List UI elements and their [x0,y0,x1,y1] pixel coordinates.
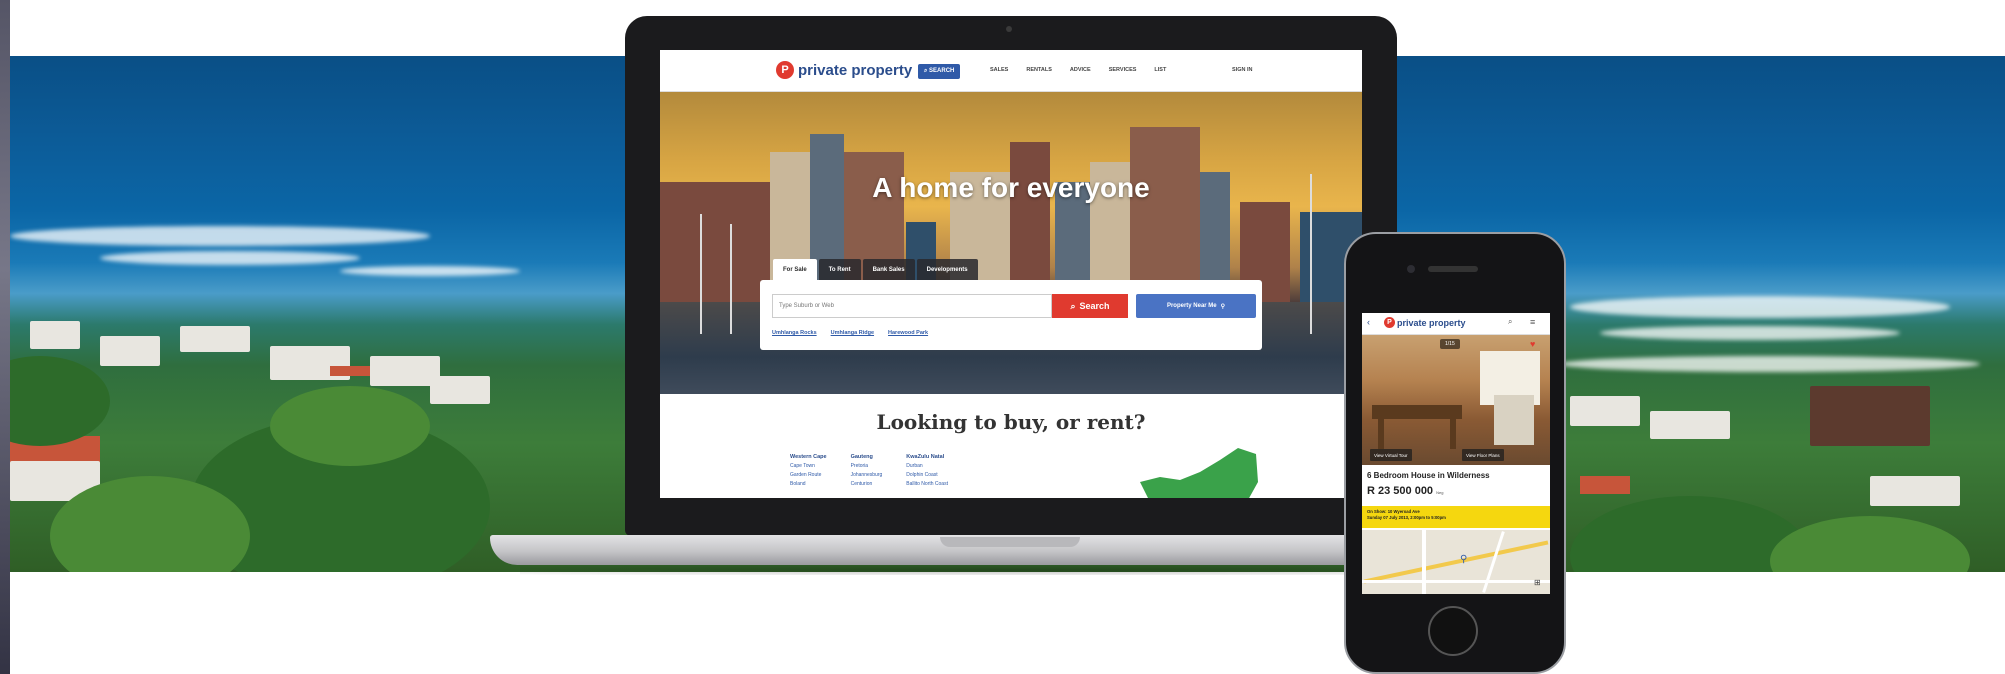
sign-in-link[interactable]: SIGN IN [1232,67,1252,73]
listing-map[interactable]: ⚲ ⊞ [1362,530,1550,594]
nav-link-list[interactable]: LIST [1154,67,1166,73]
listing-title: 6 Bedroom House in Wilderness [1367,471,1490,480]
price-suffix: Neg [1436,490,1444,495]
listing-photo[interactable]: 1/15 ♥ View Virtual Tour View Floor Plan… [1362,335,1550,465]
section-heading: Looking to buy, or rent? [876,410,1146,434]
phone-home-button [1428,606,1478,656]
search-icon[interactable]: ⌕ [1508,317,1512,327]
phone-screen: ‹ P private property ⌕ ≡ 1/15 ♥ View Vir… [1362,313,1550,594]
search-box: Type Suburb or Web ⌕ Search Property Nea… [760,280,1262,350]
on-show-time: Sunday 07 July 2013, 2:00pm to 5:00pm [1367,515,1446,520]
search-button[interactable]: ⌕ Search [1052,294,1128,318]
tab-developments[interactable]: Developments [916,259,978,281]
region-heading[interactable]: Gauteng [851,454,883,460]
nav-search-button[interactable]: ⌕ SEARCH [918,64,961,79]
region-heading[interactable]: Western Cape [790,454,827,460]
expand-map-icon[interactable]: ⊞ [1534,578,1541,587]
location-pin-icon: ⚲ [1220,303,1226,310]
nav-link-services[interactable]: SERVICES [1109,67,1137,73]
menu-icon[interactable]: ≡ [1530,317,1535,327]
laptop-notch [940,537,1080,547]
laptop-camera [1006,26,1012,32]
search-button-label: Search [1079,301,1110,311]
top-nav: P private property ⌕ SEARCH SALES RENTAL… [660,50,1362,92]
region-heading[interactable]: KwaZulu Natal [906,454,948,460]
region-city[interactable]: Dolphin Coast [906,472,948,478]
south-africa-map-icon[interactable] [1130,442,1260,498]
region-column: Western Cape Cape Town Garden Route Bola… [790,454,827,487]
on-show-banner: On Show: 10 Wyeroad Ave Sunday 07 July 2… [1362,506,1550,528]
quick-links: Umhlanga Rocks Umhlanga Ridge Harewood P… [772,330,928,336]
chevron-left-icon[interactable]: ‹ [1367,317,1370,327]
region-city[interactable]: Ballito North Coast [906,481,948,487]
search-tabs: For Sale To Rent Bank Sales Developments [773,259,978,281]
phone-camera [1407,265,1415,273]
nav-links: SALES RENTALS ADVICE SERVICES LIST [990,67,1166,73]
price-value: R 23 500 000 [1367,485,1434,497]
mobile-logo[interactable]: P private property [1384,317,1466,328]
tab-for-sale[interactable]: For Sale [773,259,817,281]
floor-plans-button[interactable]: View Floor Plans [1462,449,1504,461]
search-input[interactable]: Type Suburb or Web [772,294,1052,318]
search-icon: ⌕ [1070,300,1076,311]
nav-link-advice[interactable]: ADVICE [1070,67,1091,73]
region-city[interactable]: Cape Town [790,463,827,469]
region-city[interactable]: Garden Route [790,472,827,478]
region-column: KwaZulu Natal Durban Dolphin Coast Balli… [906,454,948,487]
region-city[interactable]: Centurion [851,481,883,487]
tab-to-rent[interactable]: To Rent [818,259,861,281]
quick-link[interactable]: Umhlanga Rocks [772,330,817,336]
hero-title: A home for everyone [872,172,1150,203]
laptop-screen: P private property ⌕ SEARCH SALES RENTAL… [660,50,1362,498]
quick-link[interactable]: Harewood Park [888,330,928,336]
tab-bank-sales[interactable]: Bank Sales [862,259,915,281]
quick-link[interactable]: Umhlanga Ridge [831,330,874,336]
region-column: Gauteng Pretoria Johannesburg Centurion [851,454,883,487]
nav-link-sales[interactable]: SALES [990,67,1008,73]
marketing-banner: P private property ⌕ SEARCH SALES RENTAL… [0,0,2005,674]
region-city[interactable]: Johannesburg [851,472,883,478]
buy-rent-section: Looking to buy, or rent? Western Cape Ca… [660,394,1362,498]
logo-text: private property [1397,317,1466,328]
region-city[interactable]: Boland [790,481,827,487]
near-me-label: Property Near Me [1166,303,1217,309]
site-logo[interactable]: P private property [776,61,912,79]
listing-price: R 23 500 000 Neg [1367,485,1443,497]
heart-icon[interactable]: ♥ [1530,339,1535,349]
photo-counter: 1/15 [1440,339,1460,349]
logo-mark-icon: P [1384,317,1395,328]
phone-speaker [1428,266,1478,272]
mobile-nav: ‹ P private property ⌕ ≡ [1362,313,1550,335]
nav-link-rentals[interactable]: RENTALS [1026,67,1052,73]
logo-mark-icon: P [776,61,794,79]
region-city[interactable]: Pretoria [851,463,883,469]
hero-section: A home for everyone For Sale To Rent Ban… [660,92,1362,394]
map-pin-icon[interactable]: ⚲ [1460,554,1467,565]
left-edge-strip [0,0,10,674]
property-near-me-button[interactable]: Property Near Me ⚲ [1136,294,1256,318]
virtual-tour-button[interactable]: View Virtual Tour [1370,449,1412,461]
logo-text: private property [798,61,913,79]
region-city[interactable]: Durban [906,463,948,469]
region-list: Western Cape Cape Town Garden Route Bola… [790,454,948,487]
